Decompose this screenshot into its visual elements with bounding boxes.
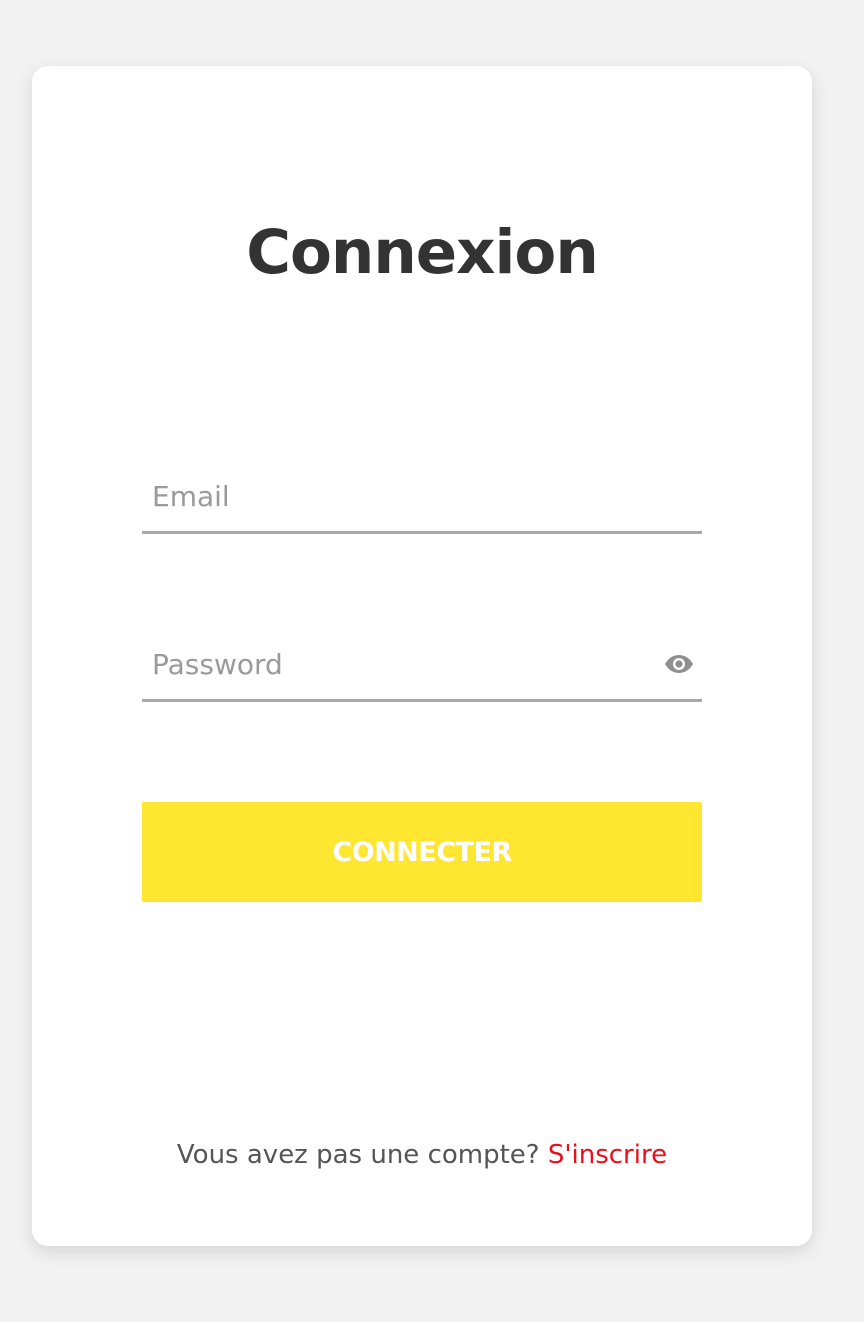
eye-icon[interactable] bbox=[664, 652, 694, 676]
connect-button[interactable]: CONNECTER bbox=[142, 802, 702, 902]
email-field-container bbox=[142, 462, 702, 534]
email-field[interactable] bbox=[142, 462, 702, 531]
password-field-container bbox=[142, 630, 702, 702]
page-title: Connexion bbox=[246, 217, 599, 288]
signup-prompt-text: Vous avez pas une compte? bbox=[176, 1140, 540, 1170]
login-card: Connexion CONNECTER Vous avez pas une co… bbox=[32, 66, 812, 1246]
password-field[interactable] bbox=[142, 630, 702, 699]
signup-link[interactable]: S'inscrire bbox=[548, 1140, 667, 1170]
signup-prompt: Vous avez pas une compte? S'inscrire bbox=[32, 1140, 812, 1171]
